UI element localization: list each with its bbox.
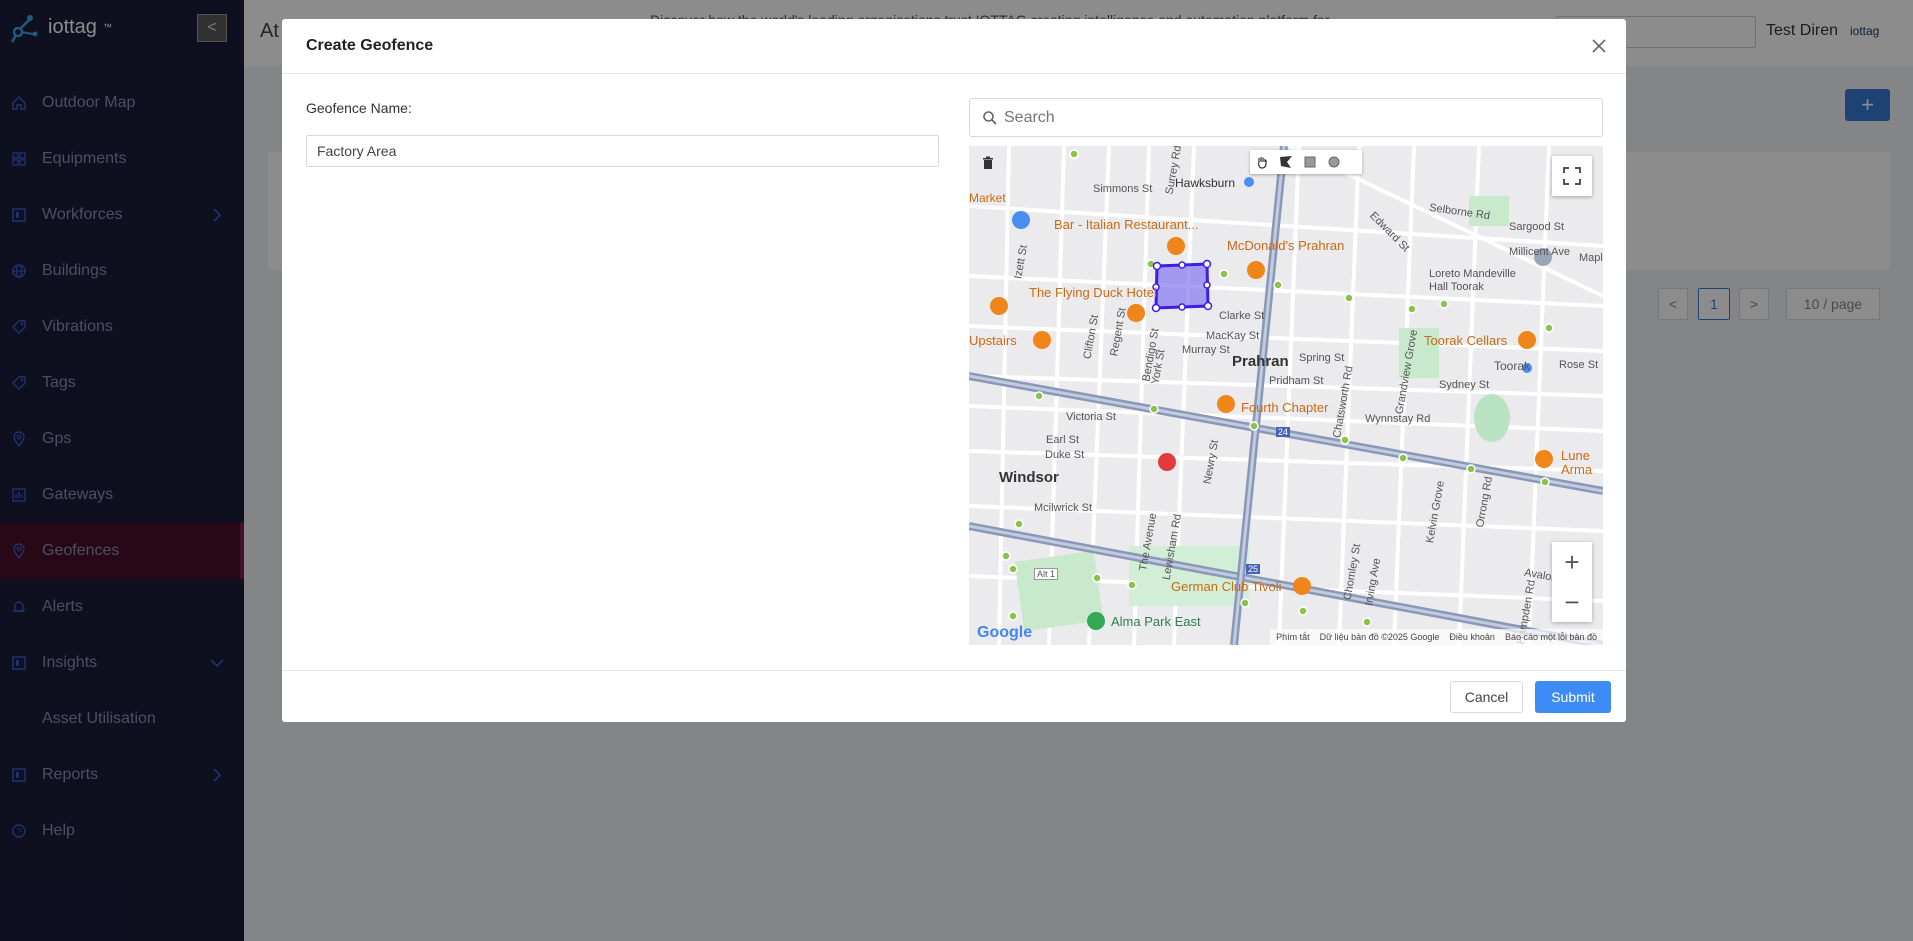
map-street-label: Hawksburn — [1175, 176, 1236, 190]
map-street-label: Clarke St — [1219, 310, 1265, 322]
map-street-label: Wynnstay Rd — [1365, 413, 1431, 425]
route-shield: Alt 1 — [1034, 568, 1059, 580]
hand-icon — [1258, 157, 1267, 169]
map-poi-label[interactable]: Fourth Chapter — [1241, 400, 1328, 415]
map-street-label: Toorak — [1494, 359, 1531, 373]
geofence-name-input[interactable] — [306, 135, 939, 167]
delete-shape-button[interactable] — [977, 152, 999, 174]
close-icon[interactable] — [1588, 35, 1610, 57]
map-poi-label[interactable]: German Club Tivoli — [1171, 579, 1282, 594]
zoom-in-button[interactable]: + — [1552, 542, 1592, 582]
map-street-label: Rose St — [1559, 359, 1599, 371]
map-street-label: Loreto Mandeville Hall Toorak — [1429, 268, 1516, 293]
google-logo: Google — [977, 624, 1033, 641]
circle-tool-button[interactable] — [1322, 150, 1346, 174]
map-poi-label[interactable]: The Flying Duck Hotel — [1029, 285, 1157, 300]
geofence-name-label: Geofence Name: — [306, 100, 412, 116]
map-street-label: Sargood St — [1509, 221, 1565, 233]
create-geofence-modal: Create Geofence Geofence Name: Factory A… — [282, 19, 1626, 722]
zoom-out-button[interactable]: − — [1552, 582, 1592, 622]
trash-icon — [983, 156, 993, 169]
fullscreen-icon — [1563, 167, 1581, 185]
search-icon — [983, 110, 997, 125]
map-poi-label[interactable]: Bar - Italian Restaurant... — [1054, 217, 1199, 232]
map-search-box[interactable] — [969, 98, 1603, 137]
map-street-label: Simmons St — [1093, 183, 1153, 195]
polygon-tool-button[interactable] — [1274, 150, 1298, 174]
map-view[interactable]: Prahran Windsor Bar - Italian Restaurant… — [969, 146, 1603, 645]
map-data-text: Dữ liệu bản đồ ©2025 Google — [1319, 632, 1440, 642]
circle-icon — [1328, 156, 1340, 168]
submit-button[interactable]: Submit — [1535, 681, 1611, 713]
map-park-label[interactable]: Alma Park East — [1111, 614, 1201, 629]
map-street-label: Victoria St — [1066, 411, 1116, 423]
map-street-label: Millicent Ave — [1509, 246, 1570, 258]
terms-link[interactable]: Điều khoản — [1449, 632, 1495, 642]
modal-title: Create Geofence — [306, 37, 434, 54]
map-poi-label[interactable]: Toorak Cellars — [1424, 333, 1507, 348]
modal-footer: Cancel Submit — [282, 670, 1626, 722]
map-street-label: Murray St — [1182, 344, 1230, 356]
pan-tool-button[interactable] — [1250, 150, 1274, 174]
rectangle-tool-button[interactable] — [1298, 150, 1322, 174]
keyboard-shortcuts-link[interactable]: Phím tắt — [1276, 632, 1310, 642]
modal-header: Create Geofence — [282, 19, 1626, 74]
report-error-link[interactable]: Báo cáo một lỗi bản đồ — [1505, 632, 1597, 642]
zoom-controls: + − — [1552, 542, 1592, 622]
map-suburb-label: Prahran — [1232, 353, 1289, 370]
map-street-label: Earl St — [1046, 434, 1080, 446]
map-street-label: Spring St — [1299, 352, 1345, 364]
map-street-label: MacKay St — [1206, 330, 1260, 342]
map-street-label: Pridham St — [1269, 375, 1324, 387]
map-poi-label[interactable]: McDonald's Prahran — [1227, 238, 1344, 253]
map-attribution: Phím tắt Dữ liệu bản đồ ©2025 Google Điề… — [1270, 629, 1603, 645]
cancel-button[interactable]: Cancel — [1450, 681, 1523, 713]
rectangle-icon — [1304, 156, 1316, 168]
map-street-label: Duke St — [1045, 449, 1085, 461]
map-poi-label[interactable]: Upstairs — [969, 333, 1017, 348]
map-suburb-label: Windsor — [999, 469, 1059, 486]
map-poi-label[interactable]: Lune Arma — [1561, 449, 1601, 477]
polygon-icon — [1280, 156, 1292, 168]
drawing-toolbar — [1250, 150, 1362, 174]
map-street-label: Sydney St — [1439, 379, 1490, 391]
map-street-label: Maple — [1579, 252, 1603, 264]
fullscreen-button[interactable] — [1552, 156, 1592, 196]
search-input[interactable] — [1004, 108, 1584, 127]
map-street-label: Mcilwrick St — [1034, 502, 1093, 514]
route-shield: 25 — [1246, 564, 1261, 574]
route-shield: 24 — [1276, 427, 1291, 437]
map-poi-label: Market — [969, 191, 1006, 205]
